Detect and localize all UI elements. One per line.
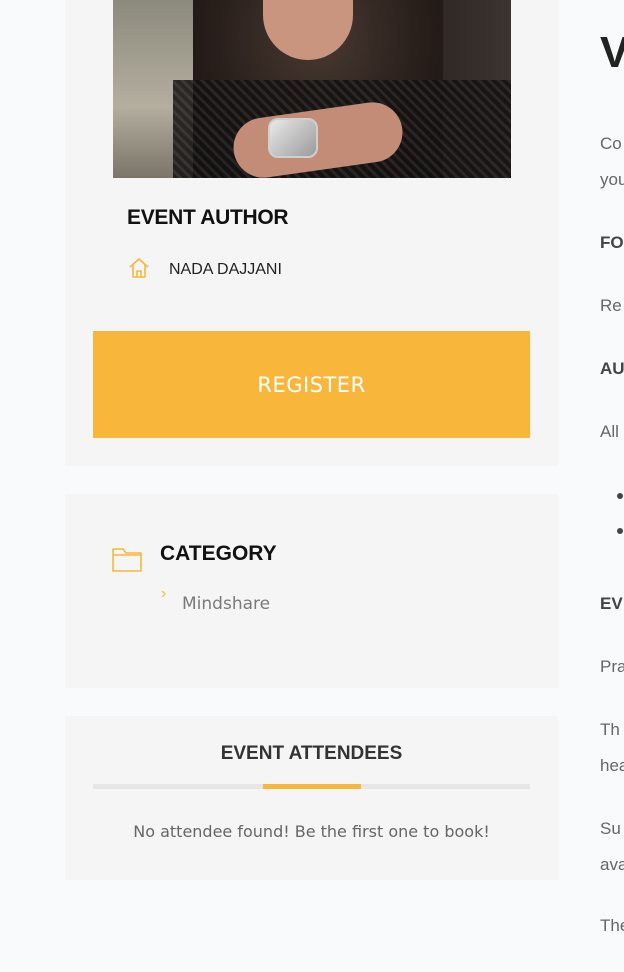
content-subheading: FO [600,233,624,252]
home-icon [127,256,151,285]
content-subheading: AU [600,359,624,378]
content-line: ava [600,855,624,874]
event-attendees-heading: EVENT ATTENDEES [220,743,403,764]
content-line: you [600,170,624,189]
list-bullet [617,493,623,499]
chevron-right-icon: › [161,585,167,602]
no-attendee-message: No attendee found! Be the first one to b… [133,822,490,841]
category-heading: CATEGORY [160,542,277,565]
content-line: Pra [600,657,624,676]
event-author-heading: EVENT AUTHOR [127,206,289,229]
content-line: Su [600,819,621,838]
content-subheading: EV [600,594,623,613]
event-attendees-card [65,716,558,880]
list-bullet [617,528,623,534]
category-card [65,494,558,688]
event-main-content: V Co you FO Re AU All EV Pra Th hea Su a… [600,0,624,972]
author-row: NADA DAJJANI [127,257,282,283]
author-name[interactable]: NADA DAJJANI [169,261,282,279]
event-title: V [600,28,624,77]
heading-underline-accent [263,784,361,789]
author-photo [113,0,511,178]
category-link-mindshare[interactable]: Mindshare [182,594,270,614]
content-line: Co [600,134,622,153]
content-line: Th [600,720,620,739]
content-line: hea [600,756,624,775]
content-line: Re [600,296,622,315]
register-button[interactable]: REGISTER [93,331,530,438]
content-line: The [600,916,624,935]
content-line: All [600,422,619,441]
folder-icon [111,545,143,573]
heading-underline [93,784,530,789]
